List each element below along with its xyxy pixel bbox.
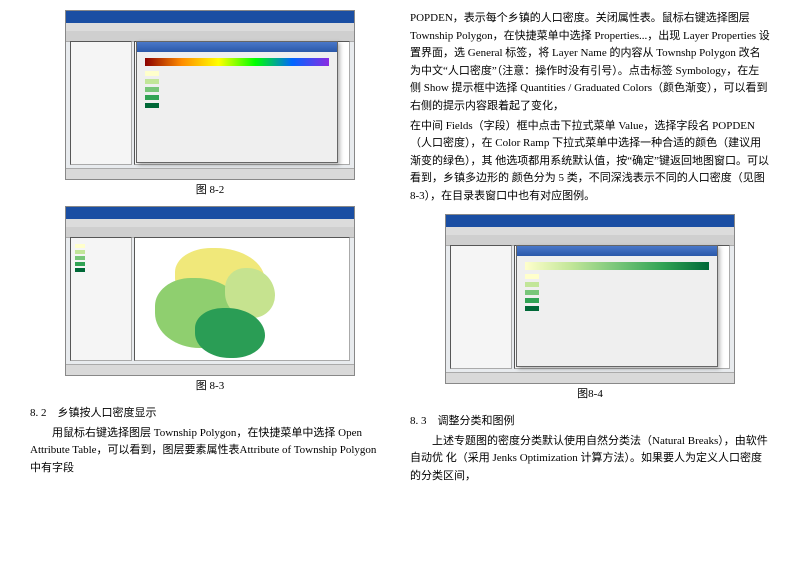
statusbar: [66, 364, 354, 375]
window-titlebar: [66, 11, 354, 23]
window-titlebar: [446, 215, 734, 227]
arcmap-screenshot-2: [65, 206, 355, 376]
figure-caption: 图 8-2: [196, 182, 224, 200]
section-heading-8-3: 8. 3 调整分类和图例: [410, 413, 770, 431]
statusbar: [66, 168, 354, 179]
layer-properties-dialog: [516, 245, 718, 367]
figure-8-3: 图 8-3: [30, 206, 390, 396]
figure-8-4: 图8-4: [410, 214, 770, 404]
workspace: [70, 237, 350, 361]
figure-caption: 图 8-3: [196, 378, 224, 396]
section-heading-8-2: 8. 2 乡镇按人口密度显示: [30, 405, 390, 423]
window-menubar: [446, 227, 734, 235]
dialog-titlebar: [517, 246, 717, 256]
left-column: 图 8-2: [30, 10, 390, 556]
window-titlebar: [66, 207, 354, 219]
body-paragraph: POPDEN，表示每个乡镇的人口密度。关闭属性表。鼠标右键选择图层 Townsh…: [410, 10, 770, 116]
map-view: [134, 237, 350, 361]
color-ramp: [525, 262, 709, 270]
arcmap-screenshot-3: [445, 214, 735, 384]
layers-toc: [70, 237, 132, 361]
layers-toc: [450, 245, 512, 369]
window-menubar: [66, 219, 354, 227]
class-rows: [519, 274, 715, 312]
layers-toc: [70, 41, 132, 165]
figure-8-2: 图 8-2: [30, 10, 390, 200]
layer-properties-dialog: [136, 41, 338, 163]
statusbar: [446, 372, 734, 383]
color-ramp: [145, 58, 329, 66]
document-page: 图 8-2: [0, 0, 800, 566]
toc-legend: [71, 238, 131, 280]
body-paragraph: 用鼠标右键选择图层 Township Polygon，在快捷菜单中选择 Open…: [30, 425, 390, 478]
right-column: POPDEN，表示每个乡镇的人口密度。关闭属性表。鼠标右键选择图层 Townsh…: [410, 10, 770, 556]
dialog-titlebar: [137, 42, 337, 52]
body-paragraph: 在中间 Fields（字段）框中点击下拉式菜单 Value，选择字段名 POPD…: [410, 118, 770, 206]
figure-caption: 图8-4: [577, 386, 603, 404]
body-paragraph: 上述专题图的密度分类默认使用自然分类法（Natural Breaks），由软件自…: [410, 433, 770, 486]
arcmap-screenshot-1: [65, 10, 355, 180]
class-rows: [139, 70, 335, 108]
window-menubar: [66, 23, 354, 31]
